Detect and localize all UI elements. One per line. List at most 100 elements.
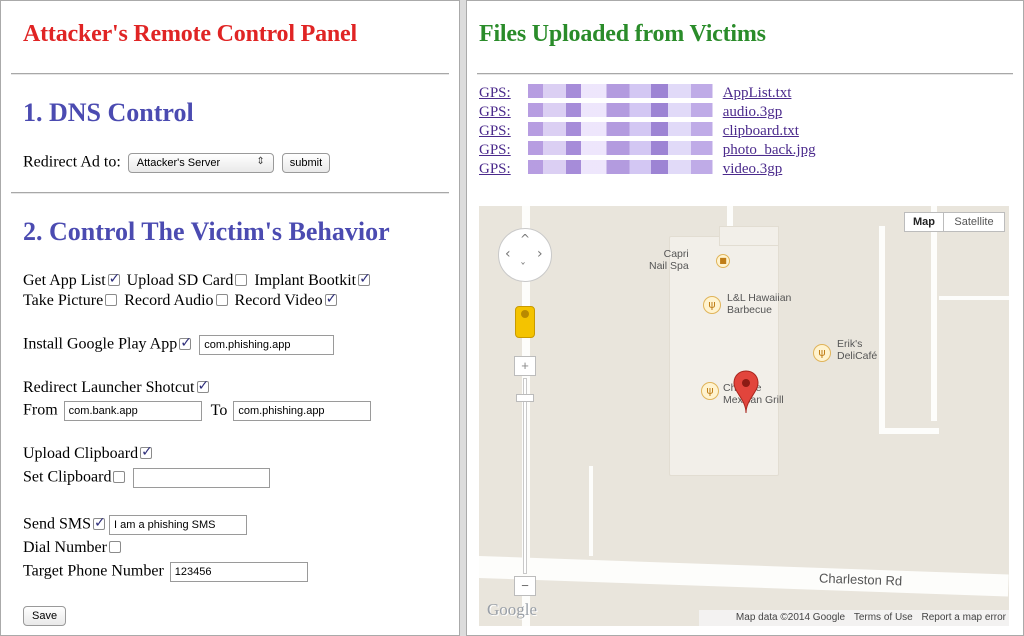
target-phone-label: Target Phone Number: [23, 562, 164, 580]
from-input[interactable]: com.bank.app: [63, 401, 202, 421]
satellite-type-button[interactable]: Satellite: [943, 212, 1005, 232]
get-app-list-label: Get App List: [23, 272, 106, 289]
report-error-link[interactable]: Report a map error: [922, 612, 1006, 623]
upload-clipboard-checkbox[interactable]: [140, 444, 153, 460]
record-video-checkbox[interactable]: [324, 291, 337, 307]
panel-title: Attacker's Remote Control Panel: [23, 21, 357, 47]
upload-sd-label: Upload SD Card: [126, 272, 234, 289]
poi-restaurant-icon[interactable]: ψ: [813, 344, 831, 362]
install-gp-input[interactable]: com.phishing.app: [199, 335, 335, 355]
take-picture-checkbox[interactable]: [105, 294, 118, 306]
from-to-row: From com.bank.app To com.phishing.app: [23, 401, 372, 421]
road-charleston: [479, 556, 1009, 597]
redacted-gps-block: [510, 160, 723, 174]
pan-left-icon[interactable]: ‹: [505, 246, 511, 262]
terms-link[interactable]: Terms of Use: [854, 612, 913, 623]
redirect-ad-select-value: Attacker's Server: [136, 157, 221, 169]
implant-bootkit-checkbox[interactable]: [358, 271, 371, 287]
building-main: [669, 236, 779, 476]
redirect-ad-select[interactable]: Attacker's Server ⇕: [127, 153, 274, 173]
zoom-in-button[interactable]: +: [514, 356, 536, 376]
target-phone-row: Target Phone Number 123456: [23, 562, 308, 582]
road-right-inner: [879, 226, 885, 431]
file-link[interactable]: GPS: audio.3gp: [479, 103, 782, 122]
redirect-launcher-checkbox[interactable]: [196, 378, 209, 394]
map-view[interactable]: Capri Nail Spa ■ ψ L&L Hawaiian Barbecue ψ…: [479, 206, 1009, 626]
zoom-slider-thumb[interactable]: [516, 394, 534, 402]
send-sms-label: Send SMS: [23, 515, 92, 533]
dial-number-label: Dial Number: [23, 539, 107, 556]
from-label: From: [23, 401, 58, 419]
road-stub: [727, 206, 733, 226]
files-title: Files Uploaded from Victims: [479, 21, 766, 47]
redacted-gps-block: [510, 84, 723, 98]
road-label: Charleston Rd: [818, 570, 903, 589]
section-behavior-heading: 2. Control The Victim's Behavior: [23, 217, 390, 246]
redacted-gps-block: [510, 141, 723, 155]
redacted-gps-block: [510, 103, 723, 117]
pegman-head-icon: [521, 310, 529, 318]
pan-control[interactable]: ^ ‹ › ˇ: [498, 228, 552, 282]
behavior-row-2: Take Picture Record Audio Record Video: [23, 291, 340, 310]
to-label: To: [210, 401, 228, 419]
poi-restaurant-icon[interactable]: ψ: [701, 382, 719, 400]
save-row: Save: [23, 606, 67, 626]
file-link[interactable]: GPS: video.3gp: [479, 160, 782, 179]
pan-right-icon[interactable]: ›: [537, 246, 543, 262]
upload-clipboard-row: Upload Clipboard: [23, 444, 155, 463]
control-panel: Attacker's Remote Control Panel 1. DNS C…: [0, 0, 460, 636]
map-footer: Map data ©2014 Google Terms of Use Repor…: [699, 610, 1009, 626]
dial-number-row: Dial Number: [23, 539, 124, 557]
poi-restaurant-icon[interactable]: ψ: [703, 296, 721, 314]
dns-submit-button[interactable]: submit: [281, 153, 331, 173]
record-audio-label: Record Audio: [124, 292, 214, 309]
road-right: [931, 206, 937, 421]
file-link[interactable]: GPS: photo_back.jpg: [479, 141, 816, 160]
send-sms-checkbox[interactable]: [93, 515, 106, 531]
redirect-launcher-label: Redirect Launcher Shotcut: [23, 379, 195, 396]
upload-sd-checkbox[interactable]: [235, 274, 248, 286]
road-right-h2: [939, 296, 1009, 300]
poi-eriks-label: Erik's DeliCafé: [837, 338, 878, 362]
send-sms-row: Send SMS I am a phishing SMS: [23, 515, 248, 535]
divider: [11, 192, 449, 194]
zoom-track[interactable]: [523, 378, 527, 574]
redacted-gps-block: [510, 122, 723, 136]
save-button[interactable]: Save: [23, 606, 67, 626]
pan-down-icon[interactable]: ˇ: [520, 261, 526, 275]
select-arrows-icon: ⇕: [256, 156, 265, 167]
record-audio-checkbox[interactable]: [215, 294, 228, 306]
map-type-button[interactable]: Map: [904, 212, 944, 232]
get-app-list-checkbox[interactable]: [107, 271, 120, 287]
google-logo: Google: [487, 600, 538, 619]
to-input[interactable]: com.phishing.app: [233, 401, 372, 421]
poi-shop-icon[interactable]: ■: [716, 254, 730, 268]
set-clipboard-input[interactable]: [133, 468, 271, 488]
file-link[interactable]: GPS: AppList.txt: [479, 84, 791, 103]
file-link[interactable]: GPS: clipboard.txt: [479, 122, 799, 141]
redirect-launcher-row: Redirect Launcher Shotcut: [23, 378, 212, 397]
pan-up-icon[interactable]: ^: [520, 232, 530, 246]
street-view-pegman-icon[interactable]: [515, 306, 535, 338]
map-attribution: Map data ©2014 Google: [735, 612, 846, 623]
send-sms-input[interactable]: I am a phishing SMS: [109, 515, 248, 535]
set-clipboard-row: Set Clipboard: [23, 468, 271, 488]
take-picture-label: Take Picture: [23, 292, 104, 309]
divider: [477, 73, 1013, 75]
files-panel: Files Uploaded from Victims GPS: AppList.…: [466, 0, 1024, 636]
poi-hawaiian-label: L&L Hawaiian Barbecue: [727, 292, 792, 316]
dns-row: Redirect Ad to: Attacker's Server ⇕ subm…: [23, 153, 331, 173]
record-video-label: Record Video: [234, 292, 323, 309]
zoom-out-button[interactable]: −: [514, 576, 536, 596]
redirect-ad-label: Redirect Ad to:: [23, 153, 121, 171]
set-clipboard-checkbox[interactable]: [113, 470, 126, 483]
install-gp-label: Install Google Play App: [23, 335, 178, 353]
road-right-h: [879, 428, 939, 434]
location-marker-icon[interactable]: [733, 370, 759, 419]
divider: [11, 73, 449, 75]
road-left-inner: [589, 466, 593, 556]
dial-number-checkbox[interactable]: [108, 541, 121, 553]
section-dns-heading: 1. DNS Control: [23, 98, 194, 127]
install-gp-checkbox[interactable]: [179, 335, 192, 351]
target-phone-input[interactable]: 123456: [169, 562, 308, 582]
